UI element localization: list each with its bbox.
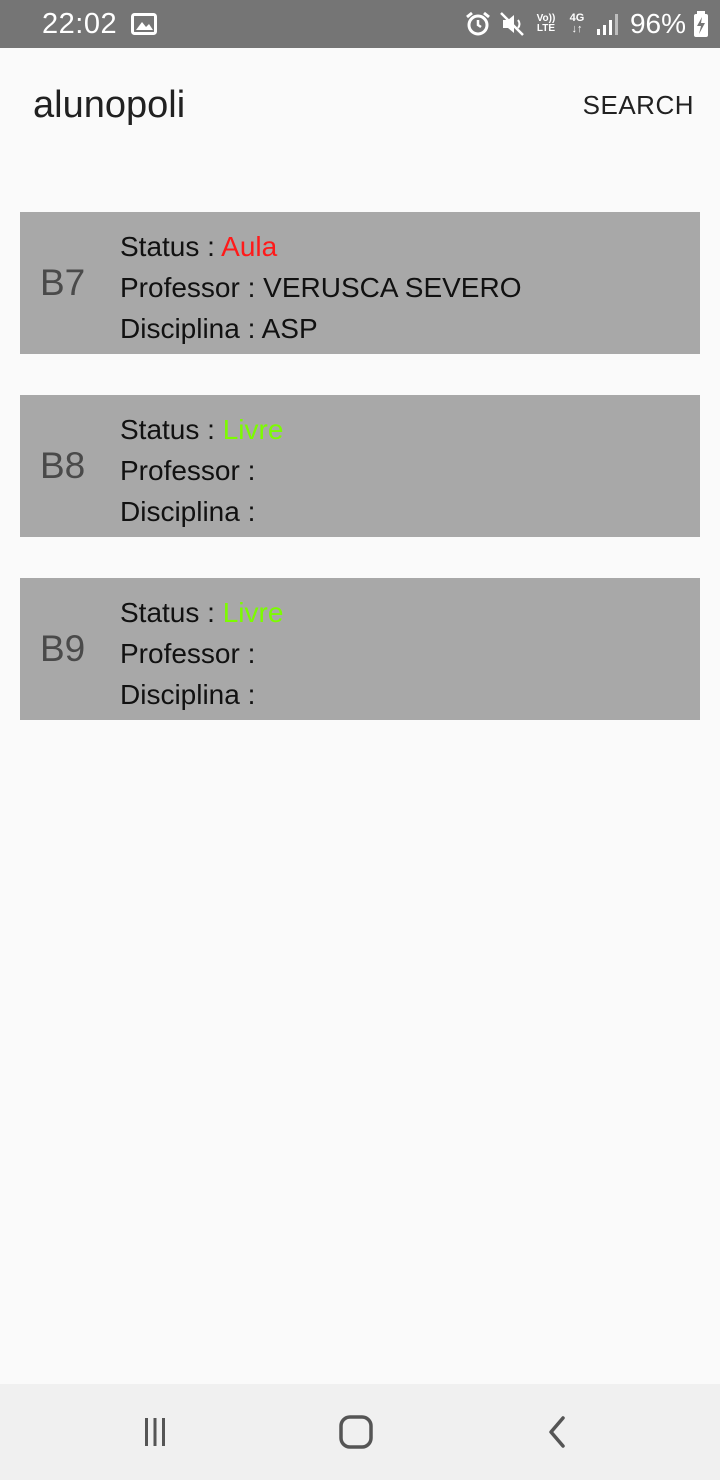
room-list: B7 Status : Aula Professor : VERUSCA SEV… — [20, 212, 700, 761]
back-button[interactable] — [534, 1408, 582, 1456]
room-card[interactable]: B9 Status : Livre Professor : Disciplina… — [20, 578, 700, 720]
room-code: B7 — [40, 262, 86, 303]
status-time: 22:02 — [42, 8, 118, 40]
room-details: Status : Livre Professor : Disciplina : — [120, 592, 283, 715]
room-details: Status : Livre Professor : Disciplina : — [120, 409, 283, 532]
status-line: Status : Livre — [120, 409, 283, 450]
disciplina-line: Disciplina : — [120, 674, 283, 715]
status-bar: 22:02 Vo)) LTE 4G ↓↑ 96% — [0, 0, 720, 48]
battery-percent: 96% — [629, 8, 686, 39]
status-value: Livre — [222, 414, 284, 445]
professor-line: Professor : — [120, 450, 283, 491]
status-line: Status : Livre — [120, 592, 283, 633]
professor-line: Professor : VERUSCA SEVERO — [120, 267, 521, 308]
disciplina-label: Disciplina : — [120, 496, 256, 527]
gallery-icon — [131, 13, 157, 35]
room-code: B9 — [40, 628, 86, 669]
app-title: alunopoli — [33, 84, 186, 126]
status-label: Status : — [120, 231, 222, 262]
status-line: Status : Aula — [120, 226, 521, 267]
home-icon — [339, 1415, 373, 1449]
professor-value: VERUSCA SEVERO — [263, 272, 522, 303]
battery-charging-icon — [694, 11, 708, 37]
network-arrows: ↓↑ — [571, 23, 583, 35]
recent-apps-button[interactable] — [131, 1408, 179, 1456]
navigation-bar — [0, 1384, 720, 1480]
professor-line: Professor : — [120, 633, 283, 674]
app-bar: alunopoli SEARCH — [0, 48, 720, 164]
signal-icon — [596, 14, 618, 35]
back-icon — [549, 1416, 565, 1448]
status-label: Status : — [120, 414, 223, 445]
recent-apps-icon — [145, 1418, 165, 1446]
room-card[interactable]: B7 Status : Aula Professor : VERUSCA SEV… — [20, 212, 700, 354]
search-button[interactable]: SEARCH — [583, 90, 694, 121]
professor-label: Professor : — [120, 272, 264, 303]
room-card[interactable]: B8 Status : Livre Professor : Disciplina… — [20, 395, 700, 537]
status-value: Aula — [221, 231, 278, 262]
disciplina-label: Disciplina : — [120, 679, 256, 710]
disciplina-value: ASP — [261, 313, 318, 344]
home-button[interactable] — [332, 1408, 380, 1456]
volte-lte-icon: Vo)) LTE — [532, 14, 560, 34]
professor-label: Professor : — [120, 455, 256, 486]
network-4g-icon: 4G ↓↑ — [566, 13, 588, 35]
disciplina-label: Disciplina : — [120, 313, 262, 344]
mute-icon — [500, 12, 524, 36]
alarm-icon — [466, 11, 490, 36]
lte-label: LTE — [536, 23, 556, 34]
status-label: Status : — [120, 597, 223, 628]
status-value: Livre — [222, 597, 284, 628]
room-details: Status : Aula Professor : VERUSCA SEVERO… — [120, 226, 521, 349]
disciplina-line: Disciplina : ASP — [120, 308, 521, 349]
room-code: B8 — [40, 445, 86, 486]
professor-label: Professor : — [120, 638, 256, 669]
disciplina-line: Disciplina : — [120, 491, 283, 532]
